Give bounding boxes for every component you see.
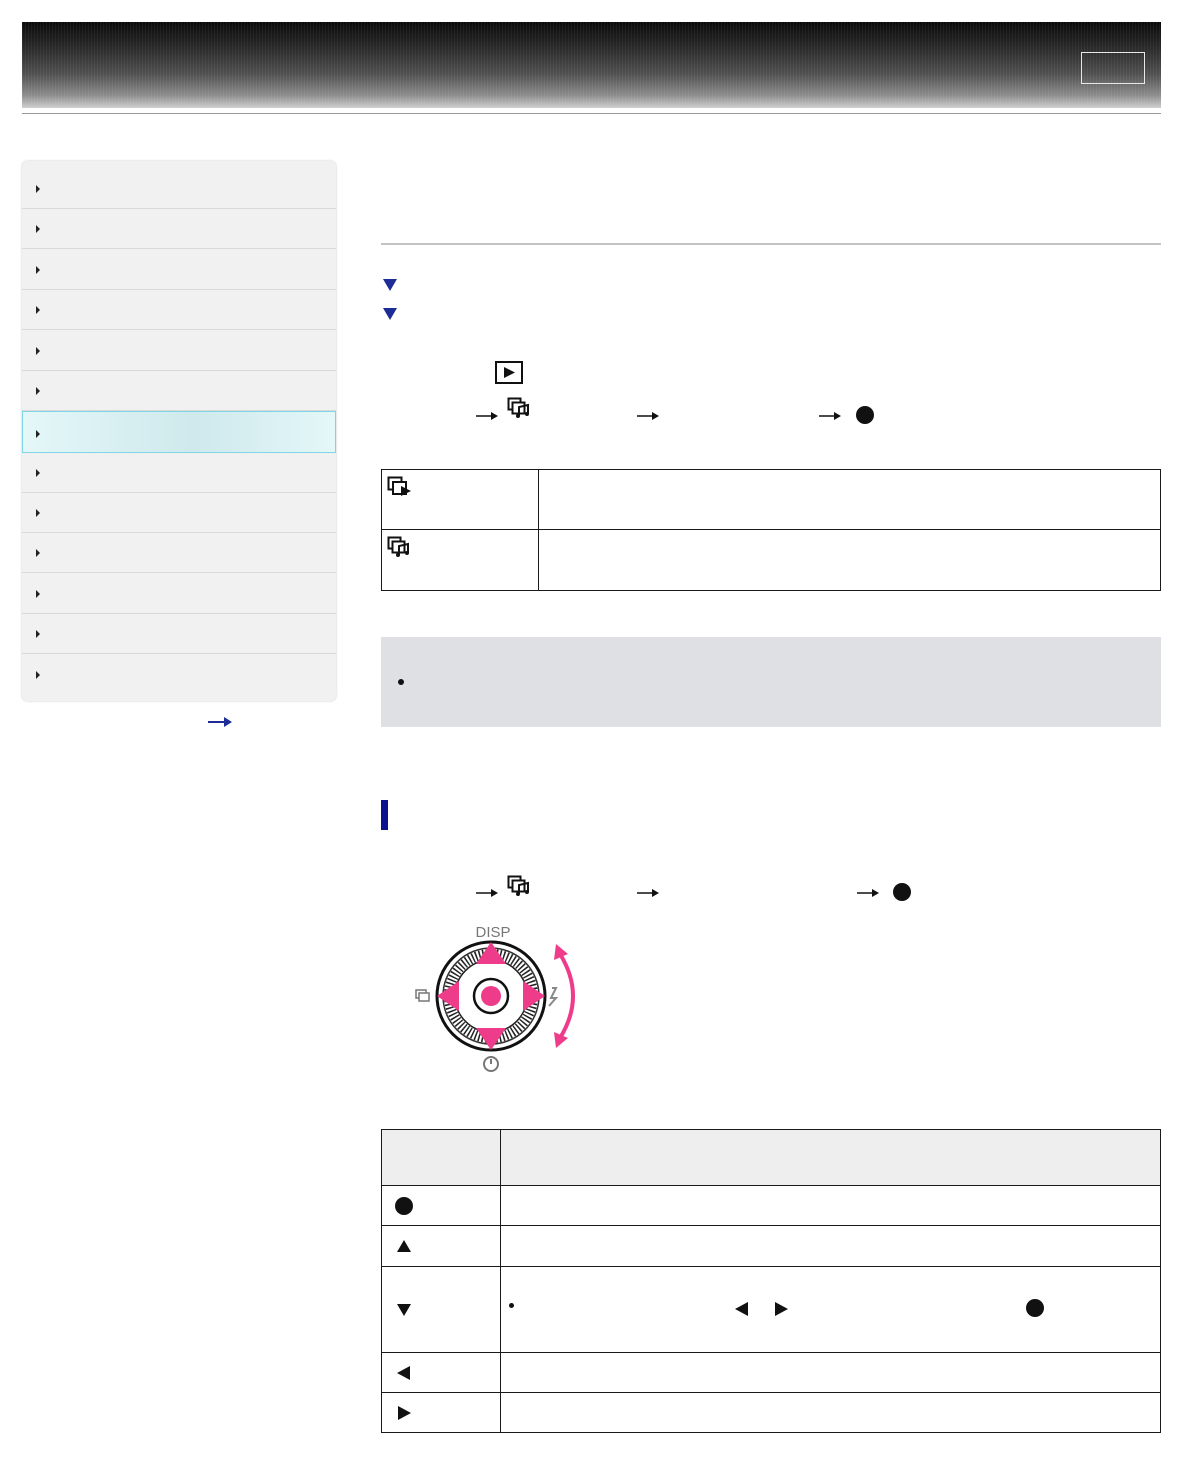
right-triangle-icon	[398, 1405, 411, 1420]
sidebar-item-12[interactable]	[22, 614, 336, 654]
control-wheel-icon: DISP	[415, 924, 575, 1072]
control-icon-cell	[381, 1392, 501, 1433]
option-description-cell	[538, 469, 1161, 530]
playback-button-icon	[495, 361, 523, 384]
down-triangle-icon[interactable]	[383, 308, 397, 320]
right-triangle-icon	[775, 1302, 788, 1316]
sidebar-item-13[interactable]	[22, 655, 336, 695]
table-header-row	[381, 1129, 1161, 1186]
caret-right-icon	[36, 509, 40, 517]
center-button-icon	[856, 406, 874, 424]
arrow-right-icon	[476, 889, 498, 897]
down-triangle-icon[interactable]	[383, 279, 397, 291]
section-heading-bar	[381, 800, 388, 830]
caret-right-icon	[36, 266, 40, 274]
column-header	[381, 1129, 501, 1186]
table-row	[381, 469, 1161, 530]
page-title	[381, 180, 1161, 220]
sidebar-item-3[interactable]	[22, 250, 336, 290]
control-action	[500, 1225, 1161, 1267]
caret-right-icon	[36, 469, 40, 477]
header-banner	[22, 22, 1161, 108]
caret-right-icon	[36, 430, 40, 438]
sidebar-item-5[interactable]	[22, 331, 336, 371]
bullet-icon	[509, 1303, 514, 1308]
control-action	[500, 1392, 1161, 1433]
left-triangle-icon	[397, 1365, 410, 1380]
control-icon-cell	[381, 1225, 501, 1267]
sidebar-item-2[interactable]	[22, 209, 336, 249]
sidebar-nav	[22, 161, 336, 701]
caret-right-icon	[36, 590, 40, 598]
bullet-icon	[398, 679, 404, 685]
control-action	[500, 1185, 1161, 1226]
option-name-cell	[381, 469, 539, 530]
table-row	[381, 1266, 1161, 1353]
note-box	[381, 637, 1161, 727]
arrow-right-icon	[637, 412, 659, 420]
slideshow-icon	[387, 476, 411, 496]
sidebar-item-8[interactable]	[22, 453, 336, 493]
table-row	[381, 529, 1161, 591]
column-header	[500, 1129, 1161, 1186]
title-divider	[381, 243, 1161, 245]
down-triangle-icon	[397, 1303, 411, 1316]
header-divider	[22, 113, 1161, 114]
table-row	[381, 1352, 1161, 1393]
caret-right-icon	[36, 630, 40, 638]
center-button-icon	[893, 883, 911, 901]
sidebar-item-7-active[interactable]	[22, 411, 336, 453]
sidebar-item-4[interactable]	[22, 290, 336, 330]
arrow-right-icon	[476, 412, 498, 420]
center-button-icon	[1026, 1299, 1044, 1317]
arrow-right-icon	[857, 889, 879, 897]
music-slideshow-icon	[507, 875, 529, 896]
option-name-cell	[381, 529, 539, 591]
control-icon-cell	[381, 1266, 501, 1353]
caret-right-icon	[36, 347, 40, 355]
sidebar-item-11[interactable]	[22, 574, 336, 614]
arrow-right-icon	[819, 412, 841, 420]
caret-right-icon	[36, 306, 40, 314]
table-row	[381, 1225, 1161, 1267]
right-arrow-icon[interactable]	[206, 712, 234, 732]
option-description-cell	[538, 529, 1161, 591]
control-icon-cell	[381, 1185, 501, 1226]
sidebar-item-6[interactable]	[22, 371, 336, 411]
table-row	[381, 1392, 1161, 1433]
disp-label: DISP	[475, 924, 510, 941]
left-triangle-icon	[735, 1302, 748, 1316]
sidebar-item-9[interactable]	[22, 493, 336, 533]
arrow-right-icon	[637, 889, 659, 897]
control-icon-cell	[381, 1352, 501, 1393]
caret-right-icon	[36, 549, 40, 557]
caret-right-icon	[36, 671, 40, 679]
caret-right-icon	[36, 225, 40, 233]
table-row	[381, 1185, 1161, 1226]
music-slideshow-icon	[387, 536, 409, 557]
controls-table	[381, 1129, 1161, 1433]
control-action	[500, 1352, 1161, 1393]
caret-right-icon	[36, 185, 40, 193]
sidebar-item-10[interactable]	[22, 533, 336, 573]
sidebar-item-1[interactable]	[22, 169, 336, 209]
control-action-cell	[500, 1266, 1161, 1353]
options-table	[381, 469, 1161, 591]
up-triangle-icon	[397, 1240, 411, 1252]
music-slideshow-icon	[507, 397, 529, 418]
center-button-icon	[395, 1196, 413, 1215]
caret-right-icon	[36, 387, 40, 395]
banner-top-button[interactable]	[1081, 52, 1145, 84]
